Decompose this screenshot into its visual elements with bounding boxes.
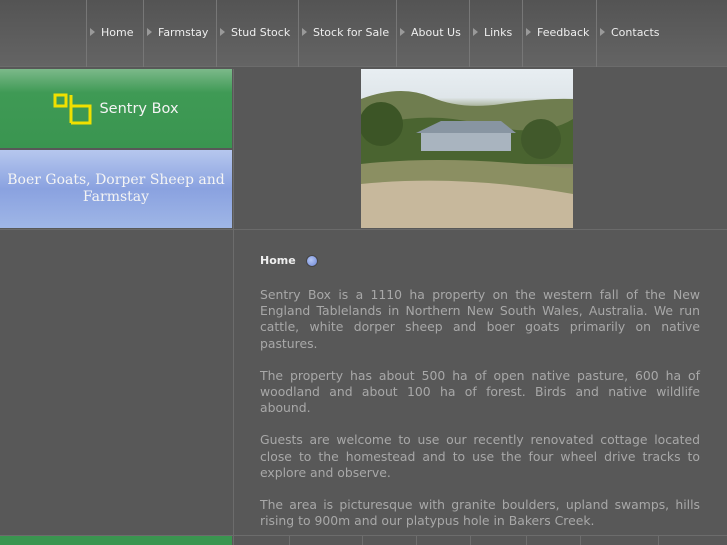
- paragraph: The area is picturesque with granite bou…: [260, 497, 700, 529]
- nav-about-us[interactable]: About Us: [396, 0, 461, 67]
- nav-label: Stock for Sale: [313, 26, 390, 39]
- nav-home[interactable]: Home: [86, 0, 133, 67]
- homestead-photo: [361, 69, 573, 228]
- top-navigation: Home Farmstay Stud Stock Stock for Sale …: [0, 0, 727, 67]
- farm-landscape-image: [361, 90, 573, 228]
- arrow-icon: [400, 28, 405, 36]
- tagline-banner: Boer Goats, Dorper Sheep and Farmstay: [0, 150, 232, 228]
- bullet-icon: [305, 254, 318, 267]
- footer-divider: [526, 536, 527, 545]
- arrow-icon: [220, 28, 225, 36]
- nav-label: About Us: [411, 26, 461, 39]
- nav-stud-stock[interactable]: Stud Stock: [216, 0, 290, 67]
- paragraph: The property has about 500 ha of open na…: [260, 367, 700, 416]
- nav-farmstay[interactable]: Farmstay: [143, 0, 208, 67]
- nav-stock-for-sale[interactable]: Stock for Sale: [298, 0, 389, 67]
- sentry-box-logo-icon: [53, 93, 92, 124]
- divider: [0, 229, 727, 230]
- nav-label: Feedback: [537, 26, 590, 39]
- nav-label: Links: [484, 26, 513, 39]
- paragraph: Guests are welcome to use our recently r…: [260, 432, 700, 480]
- footer-divider: [289, 536, 290, 545]
- nav-label: Farmstay: [158, 26, 209, 39]
- nav-feedback[interactable]: Feedback: [522, 0, 589, 67]
- footer-green-block: [0, 536, 232, 545]
- arrow-icon: [600, 28, 605, 36]
- page-title: Home: [260, 254, 700, 267]
- footer-divider: [416, 536, 417, 545]
- column-divider: [233, 69, 234, 545]
- arrow-icon: [302, 28, 307, 36]
- paragraph: Sentry Box is a 1110 ha property on the …: [260, 287, 700, 351]
- main-content: Home Sentry Box is a 1110 ha property on…: [260, 254, 700, 529]
- footer-divider: [658, 536, 659, 545]
- nav-label: Contacts: [611, 26, 660, 39]
- nav-links[interactable]: Links: [469, 0, 512, 67]
- nav-label: Stud Stock: [231, 26, 291, 39]
- arrow-icon: [147, 28, 152, 36]
- brand-banner[interactable]: Sentry Box: [0, 69, 232, 148]
- arrow-icon: [90, 28, 95, 36]
- nav-contacts[interactable]: Contacts: [596, 0, 660, 67]
- page-title-text: Home: [260, 254, 296, 267]
- arrow-icon: [526, 28, 531, 36]
- nav-label: Home: [101, 26, 134, 39]
- footer-divider: [362, 536, 363, 545]
- footer-divider: [470, 536, 471, 545]
- site-name: Sentry Box: [99, 100, 179, 117]
- site-tagline: Boer Goats, Dorper Sheep and Farmstay: [7, 172, 225, 205]
- footer-divider: [580, 536, 581, 545]
- arrow-icon: [473, 28, 478, 36]
